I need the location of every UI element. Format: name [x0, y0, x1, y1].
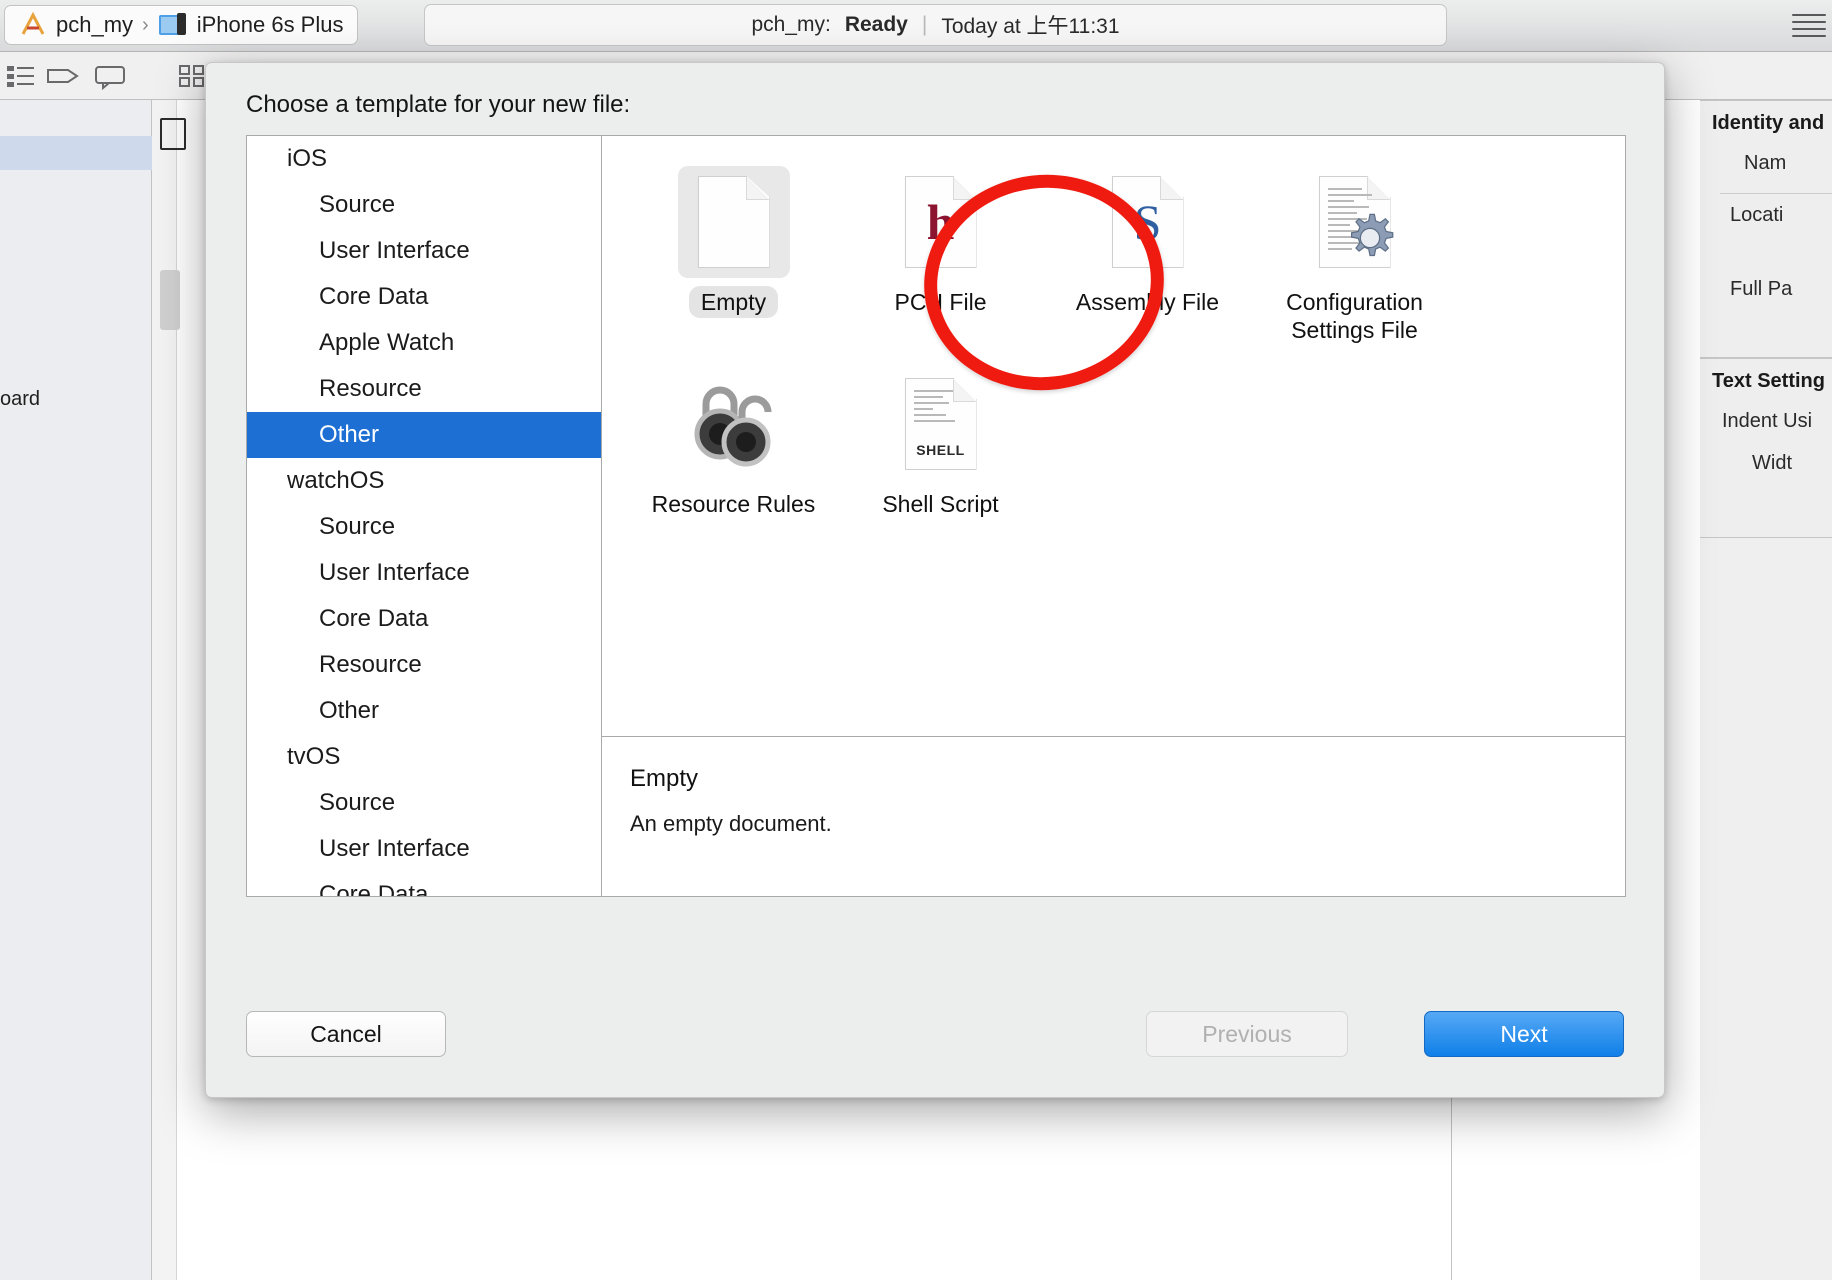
- width-field-label: Widt: [1752, 452, 1792, 474]
- shell-script-document-icon: SHELL: [885, 368, 997, 480]
- shell-label: SHELL: [916, 442, 965, 458]
- category-item-source[interactable]: Source: [247, 780, 601, 826]
- document-text-lines: [913, 390, 963, 426]
- status-state-label: Ready: [844, 13, 908, 36]
- name-field-label: Nam: [1744, 152, 1787, 174]
- template-item-pch-file[interactable]: h PCH File: [837, 158, 1044, 346]
- text-settings-section-title: Text Setting: [1712, 370, 1825, 392]
- template-item-empty[interactable]: Empty: [630, 158, 837, 346]
- identity-section-title: Identity and: [1712, 112, 1825, 134]
- description-title: Empty: [630, 765, 699, 792]
- list-view-icon[interactable]: [6, 64, 36, 88]
- location-field-label: Locati: [1730, 204, 1784, 226]
- category-item-user-interface[interactable]: User Interface: [247, 826, 601, 872]
- category-item-user-interface[interactable]: User Interface: [247, 550, 601, 596]
- platform-category-list[interactable]: iOS Source User Interface Core Data Apple Wa…: [247, 136, 602, 896]
- dialog-title: Choose a template for your new file:: [246, 91, 631, 118]
- identity-section: [1700, 100, 1832, 358]
- inspector-divider: [1720, 193, 1832, 194]
- category-item-resource[interactable]: Resource: [247, 642, 601, 688]
- h-glyph: h: [926, 194, 955, 250]
- template-item-assembly-file[interactable]: S Assembly File: [1044, 158, 1251, 346]
- xcode-app-icon: [21, 12, 45, 35]
- status-project-label: pch_my:: [751, 13, 831, 36]
- gear-document-icon: [1299, 166, 1411, 278]
- new-file-template-dialog: Choose a template for your new file: iOS…: [205, 62, 1665, 1098]
- scheme-destination-name: iPhone 6s Plus: [196, 12, 344, 37]
- category-item-other[interactable]: Other: [247, 688, 601, 734]
- category-item-user-interface[interactable]: User Interface: [247, 228, 601, 274]
- simulator-device-icon: [158, 13, 186, 35]
- chevron-right-icon: ›: [142, 13, 149, 36]
- template-label: Empty: [688, 286, 779, 318]
- category-item-ios[interactable]: iOS: [247, 136, 601, 182]
- document-outline-icon[interactable]: [160, 118, 186, 150]
- status-divider: |: [921, 13, 928, 36]
- scheme-selector[interactable]: pch_my › iPhone 6s Plus: [4, 5, 359, 45]
- blank-document-icon: [677, 166, 790, 278]
- template-grid[interactable]: Empty h PCH File S Assembly File Configu…: [602, 136, 1625, 736]
- navigator-item-label: oard: [0, 388, 41, 410]
- previous-button: Previous: [1146, 1011, 1348, 1057]
- dialog-body: iOS Source User Interface Core Data Apple Wa…: [246, 135, 1626, 897]
- editor-gutter: [152, 100, 180, 1280]
- s-assembly-file-icon: S: [1092, 166, 1204, 278]
- template-item-resource-rules[interactable]: Resource Rules: [630, 360, 837, 520]
- template-pane: Empty h PCH File S Assembly File Configu…: [602, 136, 1625, 896]
- category-item-resource[interactable]: Resource: [247, 366, 601, 412]
- template-label: Resource Rules: [651, 491, 816, 517]
- template-label: Shell Script: [882, 491, 999, 517]
- next-button[interactable]: Next: [1424, 1011, 1624, 1057]
- category-item-source[interactable]: Source: [247, 504, 601, 550]
- gutter-scroll-marker: [160, 270, 180, 330]
- category-item-tvos[interactable]: tvOS: [247, 734, 601, 780]
- s-glyph: S: [1133, 194, 1162, 250]
- template-label: PCH File: [894, 289, 987, 315]
- padlocks-icon: [678, 368, 790, 480]
- category-item-source[interactable]: Source: [247, 182, 601, 228]
- h-header-file-icon: h: [885, 166, 997, 278]
- category-item-apple-watch[interactable]: Apple Watch: [247, 320, 601, 366]
- indent-using-field-label: Indent Usi: [1722, 410, 1813, 432]
- category-item-core-data[interactable]: Core Data: [247, 872, 601, 896]
- status-timestamp: Today at 上午11:31: [941, 15, 1120, 38]
- grid-row-break: [630, 346, 1625, 360]
- full-path-field-label: Full Pa: [1730, 278, 1793, 300]
- category-item-core-data[interactable]: Core Data: [247, 274, 601, 320]
- template-label: Configuration Settings File: [1286, 289, 1423, 343]
- cancel-button[interactable]: Cancel: [246, 1011, 446, 1057]
- grid-view-icon[interactable]: [178, 64, 208, 88]
- navigator-selected-row[interactable]: [0, 136, 152, 170]
- hamburger-menu-icon[interactable]: [1792, 8, 1826, 42]
- template-description-pane: Empty An empty document.: [602, 736, 1625, 896]
- template-item-configuration-settings-file[interactable]: Configuration Settings File: [1251, 158, 1458, 346]
- scheme-project-name: pch_my: [56, 12, 134, 37]
- template-label: Assembly File: [1075, 289, 1220, 315]
- description-body: An empty document.: [630, 811, 832, 836]
- xcode-toolbar: pch_my › iPhone 6s Plus pch_my: Ready | …: [0, 0, 1832, 52]
- file-inspector: Identity and Nam Locati Full Pa Text Set…: [1700, 100, 1832, 1280]
- tag-icon[interactable]: [46, 64, 80, 88]
- gear-icon: [1350, 213, 1393, 257]
- category-item-watchos[interactable]: watchOS: [247, 458, 601, 504]
- category-item-other[interactable]: Other: [247, 412, 601, 458]
- category-item-core-data[interactable]: Core Data: [247, 596, 601, 642]
- project-navigator[interactable]: oard: [0, 100, 152, 1280]
- comment-bubble-icon[interactable]: [94, 64, 126, 90]
- template-item-shell-script[interactable]: SHELL Shell Script: [837, 360, 1044, 520]
- activity-status-bar: pch_my: Ready | Today at 上午11:31: [424, 4, 1447, 46]
- combination-locks-icon: [694, 386, 771, 467]
